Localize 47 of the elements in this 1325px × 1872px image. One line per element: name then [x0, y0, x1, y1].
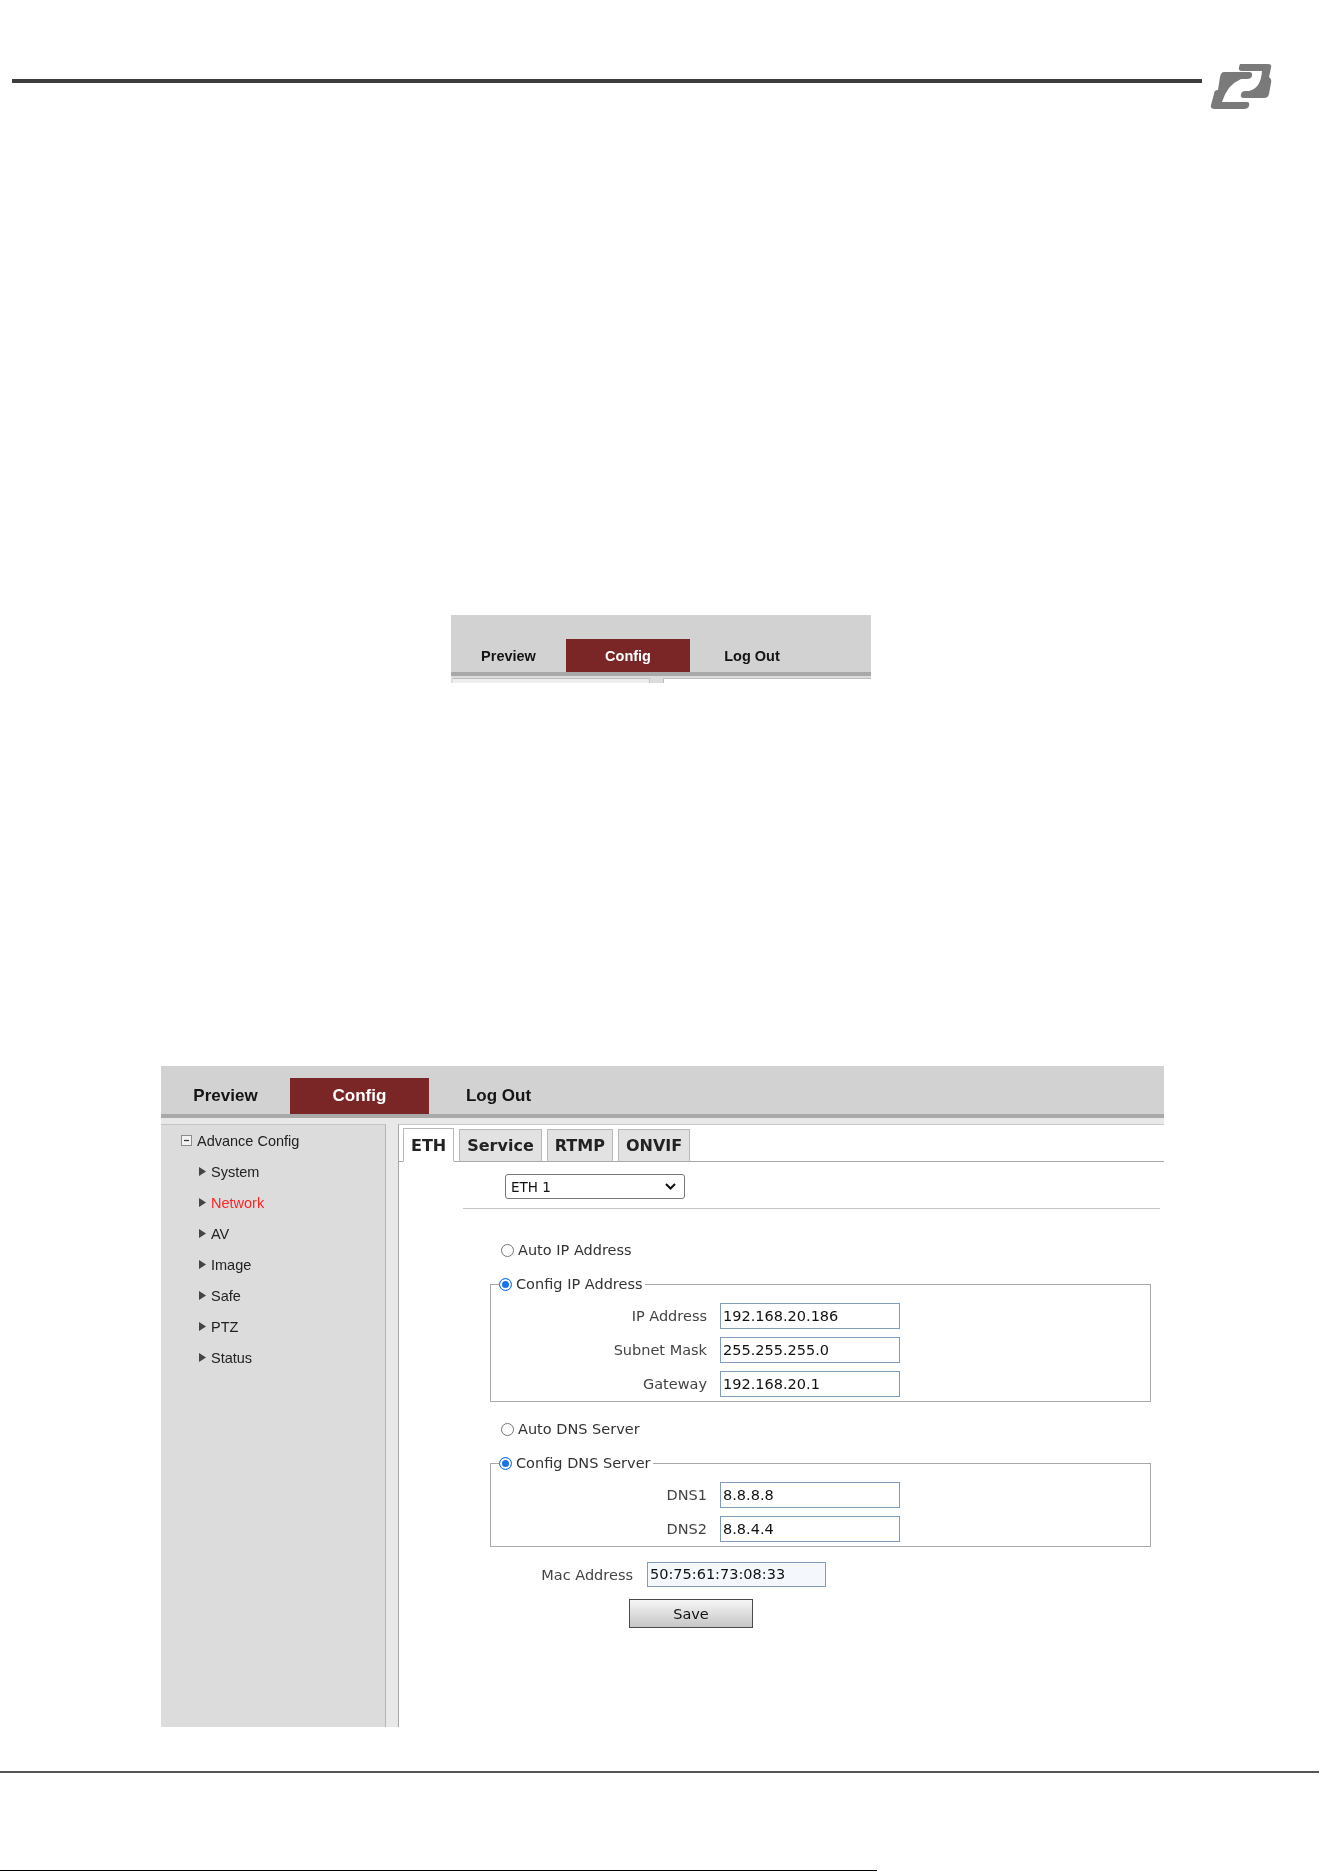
triangle-icon: [199, 1291, 206, 1300]
radio-label: Auto DNS Server: [518, 1421, 640, 1437]
settings-tab[interactable]: ONVIF: [617, 1129, 691, 1162]
sidebar-item[interactable]: Status: [161, 1342, 385, 1373]
triangle-icon: [199, 1167, 206, 1176]
field-label: Mac Address: [540, 1566, 633, 1583]
radio-button[interactable]: [499, 1277, 512, 1291]
input-field[interactable]: 50:75:61:73:08:33: [647, 1562, 826, 1587]
sidebar-item[interactable]: Safe: [161, 1280, 385, 1311]
nav-tab[interactable]: Preview: [161, 1078, 290, 1114]
sidebar-item[interactable]: AV: [161, 1218, 385, 1249]
triangle-icon: [199, 1322, 206, 1331]
triangle-icon: [199, 1229, 206, 1238]
settings-tab[interactable]: Service: [459, 1129, 542, 1162]
triangle-icon: [199, 1353, 206, 1362]
radio-button[interactable]: [501, 1422, 514, 1436]
field-label: DNS1: [665, 1487, 707, 1503]
field-label: Gateway: [641, 1376, 707, 1392]
nav-tab[interactable]: Preview: [451, 639, 566, 672]
settings-tab[interactable]: ETH: [403, 1128, 455, 1162]
radio-label: Config IP Address: [516, 1276, 643, 1292]
save-button[interactable]: Save: [629, 1599, 753, 1628]
radio-button[interactable]: [499, 1456, 512, 1470]
input-field[interactable]: 192.168.20.1: [720, 1371, 900, 1397]
input-field[interactable]: 192.168.20.186: [720, 1303, 900, 1329]
nav-tab[interactable]: Config: [290, 1078, 429, 1114]
settings-tab[interactable]: RTMP: [546, 1129, 613, 1162]
triangle-icon: [199, 1260, 206, 1269]
sidebar-item[interactable]: PTZ: [161, 1311, 385, 1342]
sidebar-item[interactable]: System: [161, 1156, 385, 1187]
radio-label: Auto IP Address: [518, 1242, 632, 1258]
tree-node[interactable]: Advance Config: [161, 1125, 385, 1156]
input-field[interactable]: 8.8.4.4: [720, 1516, 900, 1542]
nav-tab[interactable]: Log Out: [690, 639, 814, 672]
radio-label: Config DNS Server: [516, 1455, 651, 1471]
input-field[interactable]: 255.255.255.0: [720, 1337, 900, 1363]
triangle-icon: [199, 1198, 206, 1207]
nav-tab[interactable]: Log Out: [429, 1078, 568, 1114]
field-label: Subnet Mask: [612, 1342, 707, 1358]
sidebar-item[interactable]: Image: [161, 1249, 385, 1280]
field-label: DNS2: [665, 1521, 707, 1537]
radio-button[interactable]: [501, 1243, 514, 1257]
input-field[interactable]: 8.8.8.8: [720, 1482, 900, 1508]
field-label: IP Address: [630, 1308, 707, 1324]
nav-tab[interactable]: Config: [566, 639, 690, 672]
interface-dropdown[interactable]: ETH 1: [505, 1174, 685, 1199]
chevron-down-icon: [665, 1183, 676, 1190]
